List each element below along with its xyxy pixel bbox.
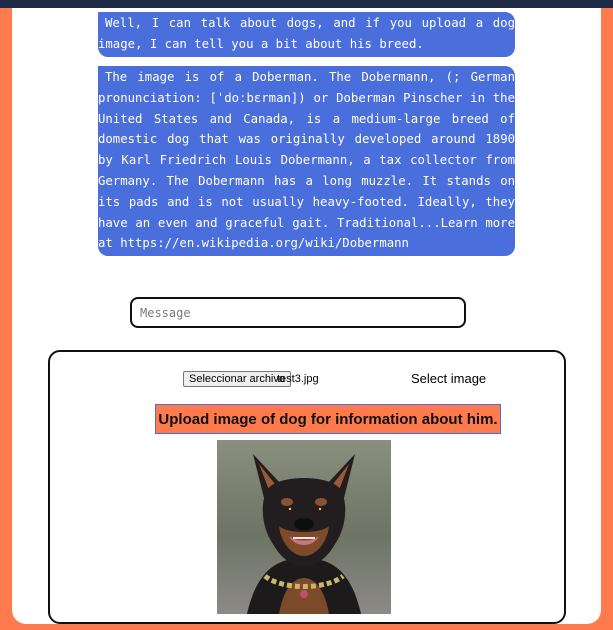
select-image-label: Select image (411, 371, 487, 386)
dog-photo-icon (217, 440, 391, 614)
upload-image-button[interactable]: Upload image of dog for information abou… (155, 404, 501, 434)
chat-message-breed-info: The image is of a Doberman. The Doberman… (98, 66, 515, 257)
chat-message-greeting: Well, I can talk about dogs, and if you … (98, 12, 515, 57)
choose-file-button[interactable]: Seleccionar archivo (183, 371, 291, 387)
dog-image-preview (217, 440, 391, 614)
chat-message-text: Well, I can talk about dogs, and if you … (98, 16, 515, 51)
upload-panel: Seleccionar archivo test3.jpg Select ima… (48, 350, 566, 624)
selected-file-name: test3.jpg (277, 373, 319, 385)
top-bar (0, 0, 613, 8)
message-input[interactable] (130, 297, 466, 328)
chat-message-text: The image is of a Doberman. The Doberman… (98, 70, 515, 251)
